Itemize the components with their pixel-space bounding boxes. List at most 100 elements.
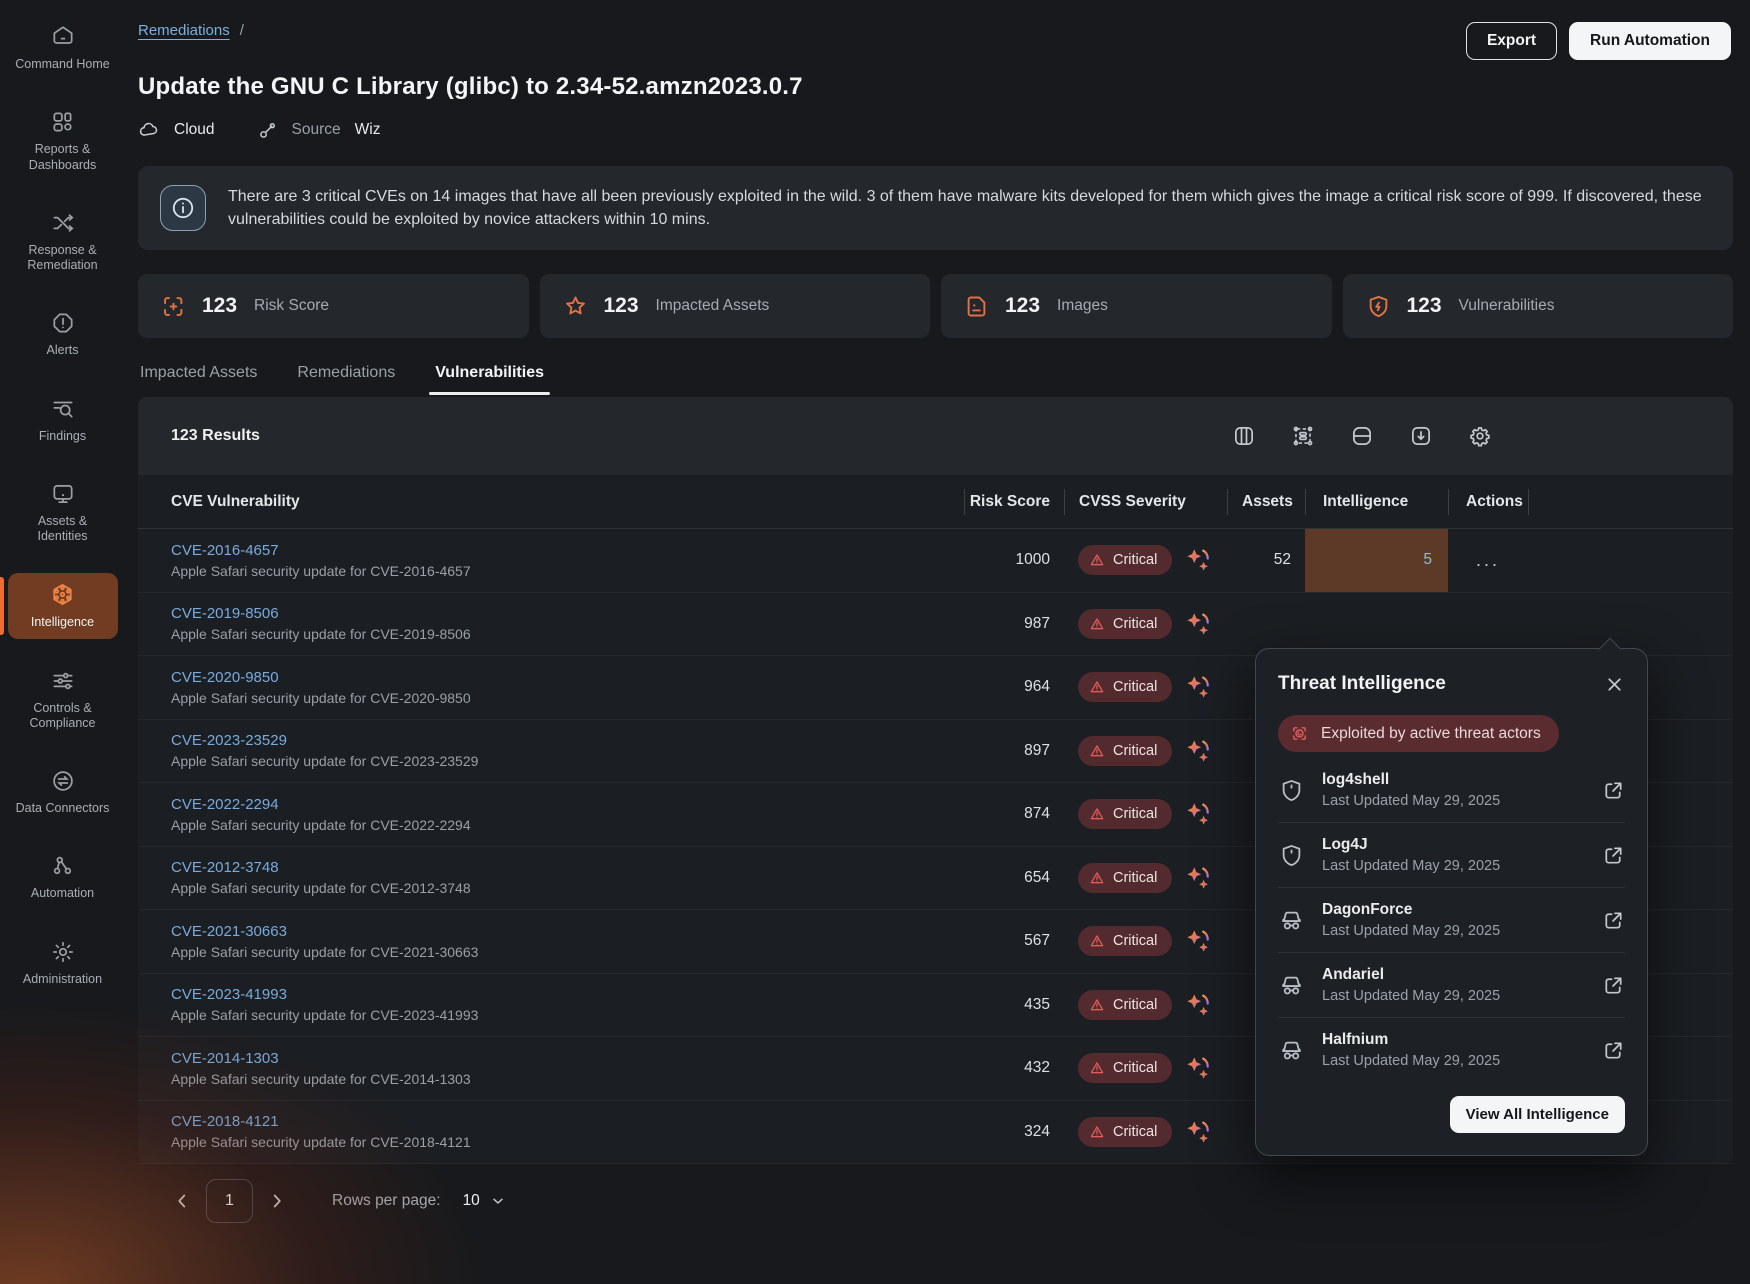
assets-count: 52 bbox=[1227, 551, 1305, 569]
cve-link[interactable]: CVE-2019-8506 bbox=[171, 605, 964, 622]
next-page-icon[interactable] bbox=[266, 1190, 288, 1212]
ai-sparkles-icon[interactable] bbox=[1183, 1053, 1213, 1083]
ai-sparkles-icon[interactable] bbox=[1183, 863, 1213, 893]
row-actions-button[interactable]: ... bbox=[1448, 550, 1528, 571]
threat-target-icon bbox=[1289, 723, 1310, 744]
group-rows-icon[interactable] bbox=[1290, 423, 1316, 449]
row-density-icon[interactable] bbox=[1349, 423, 1375, 449]
columns-icon[interactable] bbox=[1231, 423, 1257, 449]
ai-sparkles-icon[interactable] bbox=[1183, 799, 1213, 829]
risk-score-value: 897 bbox=[964, 742, 1064, 760]
stat-card-impacted-assets[interactable]: 123 Impacted Assets bbox=[540, 274, 931, 338]
threat-updated: Last Updated May 29, 2025 bbox=[1322, 988, 1500, 1004]
results-count: 123 Results bbox=[171, 427, 260, 445]
alert-triangle-icon bbox=[1089, 743, 1105, 759]
column-header-cvss-severity[interactable]: CVSS Severity bbox=[1064, 489, 1227, 515]
list-item[interactable]: Halfnium Last Updated May 29, 2025 bbox=[1278, 1017, 1625, 1082]
rows-per-page-select[interactable]: 10 bbox=[463, 1192, 506, 1210]
sidebar-item-assets-identities[interactable]: Assets & Identities bbox=[8, 473, 118, 553]
risk-score-value: 987 bbox=[964, 615, 1064, 633]
cve-link[interactable]: CVE-2023-23529 bbox=[171, 732, 964, 749]
ai-sparkles-icon[interactable] bbox=[1183, 545, 1213, 575]
sidebar-item-command-home[interactable]: Command Home bbox=[8, 16, 118, 80]
external-link-icon[interactable] bbox=[1602, 844, 1625, 867]
sidebar-item-automation[interactable]: Automation bbox=[8, 845, 118, 909]
list-item[interactable]: Andariel Last Updated May 29, 2025 bbox=[1278, 952, 1625, 1017]
sidebar-item-controls-compliance[interactable]: Controls & Compliance bbox=[8, 660, 118, 740]
cve-link[interactable]: CVE-2020-9850 bbox=[171, 669, 964, 686]
external-link-icon[interactable] bbox=[1602, 909, 1625, 932]
column-header-assets[interactable]: Assets bbox=[1227, 489, 1305, 515]
tab-impacted-assets[interactable]: Impacted Assets bbox=[140, 364, 257, 395]
cve-link[interactable]: CVE-2018-4121 bbox=[171, 1113, 964, 1130]
ai-sparkles-icon[interactable] bbox=[1183, 609, 1213, 639]
severity-badge: Critical bbox=[1078, 799, 1172, 829]
sidebar-item-label: Data Connectors bbox=[16, 801, 110, 816]
column-header-risk-score[interactable]: Risk Score bbox=[964, 489, 1064, 515]
list-item[interactable]: DagonForce Last Updated May 29, 2025 bbox=[1278, 887, 1625, 952]
gear-icon bbox=[50, 939, 76, 965]
external-link-icon[interactable] bbox=[1602, 974, 1625, 997]
breadcrumb-link-remediations[interactable]: Remediations bbox=[138, 22, 230, 39]
list-item[interactable]: log4shell Last Updated May 29, 2025 bbox=[1278, 758, 1625, 822]
severity-badge: Critical bbox=[1078, 1053, 1172, 1083]
severity-badge: Critical bbox=[1078, 736, 1172, 766]
prev-page-icon[interactable] bbox=[171, 1190, 193, 1212]
sidebar-item-response-remediation[interactable]: Response & Remediation bbox=[8, 202, 118, 282]
ai-sparkles-icon[interactable] bbox=[1183, 736, 1213, 766]
tab-remediations[interactable]: Remediations bbox=[297, 364, 395, 395]
intelligence-cell[interactable]: 5 bbox=[1305, 529, 1448, 592]
sidebar-item-administration[interactable]: Administration bbox=[8, 931, 118, 995]
threat-intelligence-popover: Threat Intelligence Exploited by active … bbox=[1255, 648, 1648, 1156]
column-header-intelligence[interactable]: Intelligence bbox=[1305, 489, 1448, 515]
tab-vulnerabilities[interactable]: Vulnerabilities bbox=[435, 364, 544, 395]
ai-sparkles-icon[interactable] bbox=[1183, 926, 1213, 956]
cve-link[interactable]: CVE-2016-4657 bbox=[171, 542, 964, 559]
table-row[interactable]: CVE-2016-4657 Apple Safari security upda… bbox=[138, 529, 1733, 593]
cve-link[interactable]: CVE-2021-30663 bbox=[171, 923, 964, 940]
external-link-icon[interactable] bbox=[1602, 779, 1625, 802]
intelligence-icon bbox=[49, 581, 76, 608]
download-icon[interactable] bbox=[1408, 423, 1434, 449]
stat-value: 123 bbox=[202, 294, 237, 318]
threat-updated: Last Updated May 29, 2025 bbox=[1322, 923, 1500, 939]
cve-link[interactable]: CVE-2023-41993 bbox=[171, 986, 964, 1003]
table-row[interactable]: CVE-2019-8506 Apple Safari security upda… bbox=[138, 593, 1733, 657]
alert-triangle-icon bbox=[1089, 933, 1105, 949]
stat-card-vulnerabilities[interactable]: 123 Vulnerabilities bbox=[1343, 274, 1734, 338]
cve-description: Apple Safari security update for CVE-201… bbox=[171, 563, 964, 579]
table-settings-icon[interactable] bbox=[1467, 423, 1493, 449]
cve-description: Apple Safari security update for CVE-201… bbox=[171, 1134, 964, 1150]
threat-updated: Last Updated May 29, 2025 bbox=[1322, 858, 1500, 874]
ai-sparkles-icon[interactable] bbox=[1183, 990, 1213, 1020]
ai-sparkles-icon[interactable] bbox=[1183, 672, 1213, 702]
ai-sparkles-icon[interactable] bbox=[1183, 1117, 1213, 1147]
sidebar-item-intelligence[interactable]: Intelligence bbox=[8, 573, 118, 638]
page-number[interactable]: 1 bbox=[206, 1179, 253, 1223]
breadcrumb: Remediations / bbox=[138, 22, 244, 39]
pagination: 1 Rows per page: 10 bbox=[171, 1179, 1733, 1223]
export-button[interactable]: Export bbox=[1466, 22, 1557, 60]
shuffle-icon bbox=[50, 210, 76, 236]
sidebar-item-findings[interactable]: Findings bbox=[8, 388, 118, 452]
external-link-icon[interactable] bbox=[1602, 1039, 1625, 1062]
column-header-cve[interactable]: CVE Vulnerability bbox=[138, 493, 964, 511]
column-header-spacer bbox=[1528, 489, 1733, 515]
cve-link[interactable]: CVE-2014-1303 bbox=[171, 1050, 964, 1067]
cve-link[interactable]: CVE-2012-3748 bbox=[171, 859, 964, 876]
close-icon[interactable] bbox=[1604, 674, 1625, 695]
stat-card-risk-score[interactable]: 123 Risk Score bbox=[138, 274, 529, 338]
sidebar-item-alerts[interactable]: Alerts bbox=[8, 302, 118, 366]
run-automation-button[interactable]: Run Automation bbox=[1569, 22, 1731, 60]
sidebar-item-reports-dashboards[interactable]: Reports & Dashboards bbox=[8, 101, 118, 181]
threat-name: log4shell bbox=[1322, 771, 1500, 789]
sidebar-item-label: Assets & Identities bbox=[12, 514, 114, 545]
intelligence-cell[interactable] bbox=[1305, 593, 1448, 656]
sidebar-item-label: Administration bbox=[23, 972, 102, 987]
stat-card-images[interactable]: 123 Images bbox=[941, 274, 1332, 338]
view-all-intelligence-button[interactable]: View All Intelligence bbox=[1450, 1096, 1625, 1133]
sidebar-item-data-connectors[interactable]: Data Connectors bbox=[8, 760, 118, 824]
cve-link[interactable]: CVE-2022-2294 bbox=[171, 796, 964, 813]
meta-source-value: Wiz bbox=[355, 121, 381, 139]
list-item[interactable]: Log4J Last Updated May 29, 2025 bbox=[1278, 822, 1625, 887]
